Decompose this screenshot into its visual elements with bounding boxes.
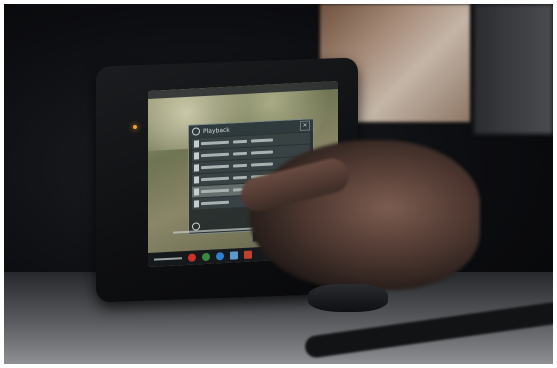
close-icon[interactable]: × [300,120,310,132]
play-icon [192,127,200,136]
computer-mouse [308,284,388,312]
file-icon [194,152,199,160]
play-button[interactable] [202,252,210,262]
file-icon [194,140,199,148]
volume-slider[interactable] [154,257,182,261]
menu-button[interactable] [230,251,238,260]
dialog-title: Playback [203,126,230,135]
hand [250,140,480,290]
record-button[interactable] [188,253,196,262]
file-icon [194,176,199,184]
delete-button[interactable] [244,250,252,259]
file-icon [194,164,199,172]
status-led [133,125,137,129]
file-icon [194,200,199,208]
back-icon[interactable] [192,221,200,231]
background-shelf [474,4,553,134]
file-icon [194,188,199,196]
stop-button[interactable] [216,251,224,261]
